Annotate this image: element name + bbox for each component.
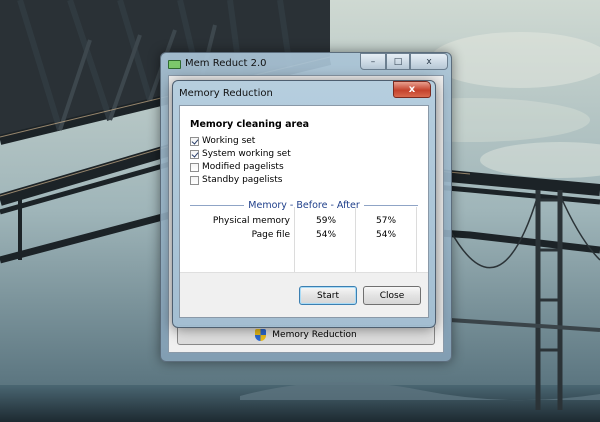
page-file-before: 54% xyxy=(316,230,337,240)
memory-reduction-button-label: Memory Reduction xyxy=(272,330,357,340)
app-icon xyxy=(168,60,181,69)
standby-pagelists-checkbox[interactable] xyxy=(190,175,199,185)
group-title: Memory cleaning area xyxy=(190,119,310,130)
memory-reduction-dialog: Memory Reduction x Memory cleaning area … xyxy=(172,80,436,328)
main-close-button[interactable]: x xyxy=(410,53,448,70)
dialog-title: Memory Reduction xyxy=(179,88,273,99)
maximize-button[interactable]: □ xyxy=(386,53,410,70)
divider xyxy=(190,204,245,206)
page-file-after: 54% xyxy=(376,230,397,240)
physical-memory-before: 59% xyxy=(316,216,337,226)
option-label: Modified pagelists xyxy=(202,162,284,172)
option-system-working-set[interactable]: System working set xyxy=(190,148,291,160)
row-label-page-file: Page file xyxy=(251,230,290,240)
option-modified-pagelists[interactable]: Modified pagelists xyxy=(190,161,284,173)
minimize-button[interactable]: – xyxy=(360,53,386,70)
modified-pagelists-checkbox[interactable] xyxy=(190,162,199,172)
desktop-wallpaper: Mem Reduct 2.0 – □ x Memory Reduction Me… xyxy=(0,0,600,422)
dialog-footer: Start Close xyxy=(180,272,428,317)
option-label: Standby pagelists xyxy=(202,175,283,185)
system-working-set-checkbox[interactable] xyxy=(190,149,199,159)
row-label-physical-memory: Physical memory xyxy=(212,216,290,226)
dialog-close-button[interactable]: x xyxy=(393,81,431,98)
start-button[interactable]: Start xyxy=(299,286,357,305)
working-set-checkbox[interactable] xyxy=(190,136,199,146)
shield-icon xyxy=(255,329,267,341)
dialog-body: Memory cleaning area Working set System … xyxy=(179,105,429,318)
memory-header-label: Memory - Before - After xyxy=(248,199,360,211)
memory-reduction-button[interactable]: Memory Reduction xyxy=(177,325,435,345)
option-label: System working set xyxy=(202,149,291,159)
main-window-title: Mem Reduct 2.0 xyxy=(185,58,267,69)
divider xyxy=(363,204,419,206)
physical-memory-after: 57% xyxy=(376,216,397,226)
option-working-set[interactable]: Working set xyxy=(190,135,255,147)
option-label: Working set xyxy=(202,136,256,146)
option-standby-pagelists[interactable]: Standby pagelists xyxy=(190,174,282,186)
memory-header: Memory - Before - After xyxy=(190,199,419,211)
close-button[interactable]: Close xyxy=(363,286,421,305)
